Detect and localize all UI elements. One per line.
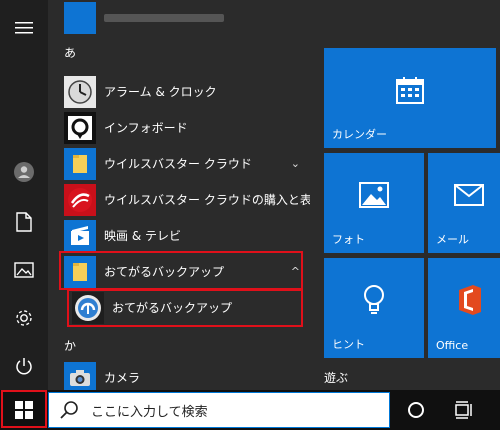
list-item-label: ウイルスバスター クラウド bbox=[104, 157, 252, 171]
list-item-otegaru-backup-app[interactable]: おてがるバックアップ bbox=[48, 290, 310, 326]
user-account-icon[interactable] bbox=[12, 160, 36, 184]
list-item-label: おてがるバックアップ bbox=[104, 265, 225, 279]
infoboard-icon bbox=[64, 112, 96, 144]
tile-tips[interactable]: ヒント bbox=[324, 258, 424, 358]
search-placeholder: ここに入力して検索 bbox=[91, 404, 208, 420]
blurred-text bbox=[104, 14, 224, 22]
tile-mail-label: メール bbox=[436, 233, 469, 246]
search-icon bbox=[60, 401, 78, 419]
list-item-virusbuster-purchase[interactable]: ウイルスバスター クラウドの購入と表示 bbox=[48, 182, 310, 218]
trend-micro-icon bbox=[64, 184, 96, 216]
group-letter-a[interactable]: あ bbox=[64, 44, 76, 61]
list-item-label: インフォボード bbox=[104, 121, 188, 135]
list-item-label: カメラ bbox=[104, 371, 141, 385]
tile-calendar[interactable]: カレンダー bbox=[324, 48, 496, 148]
folder-icon bbox=[64, 256, 96, 288]
backup-app-icon bbox=[72, 292, 104, 324]
list-item-label: おてがるバックアップ bbox=[112, 301, 233, 315]
folder-icon bbox=[64, 148, 96, 180]
cortana-icon[interactable] bbox=[406, 400, 426, 420]
app-tile-icon bbox=[64, 2, 96, 34]
taskbar-search-box[interactable]: ここに入力して検索 bbox=[48, 392, 390, 428]
task-view-icon[interactable] bbox=[454, 400, 474, 420]
start-left-rail bbox=[0, 0, 48, 390]
list-item-camera[interactable]: カメラ bbox=[48, 360, 310, 390]
office-icon bbox=[455, 284, 483, 320]
movies-tv-icon bbox=[64, 220, 96, 252]
list-item-infoboard[interactable]: インフォボード bbox=[48, 110, 310, 146]
mail-icon bbox=[454, 184, 484, 210]
taskbar: ここに入力して検索 bbox=[0, 390, 500, 430]
start-button[interactable] bbox=[2, 392, 46, 428]
list-item-otegaru-backup-folder[interactable]: おてがるバックアップ ^ bbox=[48, 254, 310, 290]
settings-gear-icon[interactable] bbox=[12, 306, 36, 330]
power-icon[interactable] bbox=[12, 354, 36, 378]
alarm-clock-icon bbox=[64, 76, 96, 108]
app-list: あ アラーム & クロック インフォボード ウイルスバスター クラウド ⌄ ウイ… bbox=[48, 0, 310, 390]
list-item-movies-tv[interactable]: 映画 & テレビ bbox=[48, 218, 310, 254]
photos-icon bbox=[359, 182, 389, 212]
tile-office-label: Office bbox=[436, 339, 469, 352]
group-letter-ka[interactable]: か bbox=[64, 337, 76, 354]
tile-mail[interactable]: メール bbox=[428, 153, 500, 253]
chevron-down-icon[interactable]: ⌄ bbox=[291, 146, 300, 182]
pictures-icon[interactable] bbox=[12, 258, 36, 282]
list-item-label: アラーム & クロック bbox=[104, 85, 217, 99]
lightbulb-icon bbox=[362, 284, 386, 320]
calendar-icon bbox=[395, 75, 425, 109]
list-item[interactable] bbox=[48, 0, 310, 36]
chevron-up-icon[interactable]: ^ bbox=[291, 254, 300, 290]
documents-icon[interactable] bbox=[12, 210, 36, 234]
hamburger-menu-icon[interactable] bbox=[12, 16, 36, 40]
windows-logo-icon bbox=[15, 401, 33, 419]
live-tiles-pane: カレンダー フォト メール ヒント Office 遊ぶ bbox=[310, 0, 500, 390]
tile-tips-label: ヒント bbox=[332, 338, 365, 351]
tile-office[interactable]: Office bbox=[428, 258, 500, 358]
tile-group-play-heading: 遊ぶ bbox=[324, 371, 349, 385]
list-item-virusbuster-cloud-folder[interactable]: ウイルスバスター クラウド ⌄ bbox=[48, 146, 310, 182]
tile-photos-label: フォト bbox=[332, 233, 365, 246]
tile-photos[interactable]: フォト bbox=[324, 153, 424, 253]
camera-icon bbox=[64, 362, 96, 390]
list-item-alarms-clock[interactable]: アラーム & クロック bbox=[48, 74, 310, 110]
list-item-label: 映画 & テレビ bbox=[104, 229, 181, 243]
tile-calendar-label: カレンダー bbox=[332, 128, 387, 141]
list-item-label: ウイルスバスター クラウドの購入と表示 bbox=[104, 193, 310, 207]
